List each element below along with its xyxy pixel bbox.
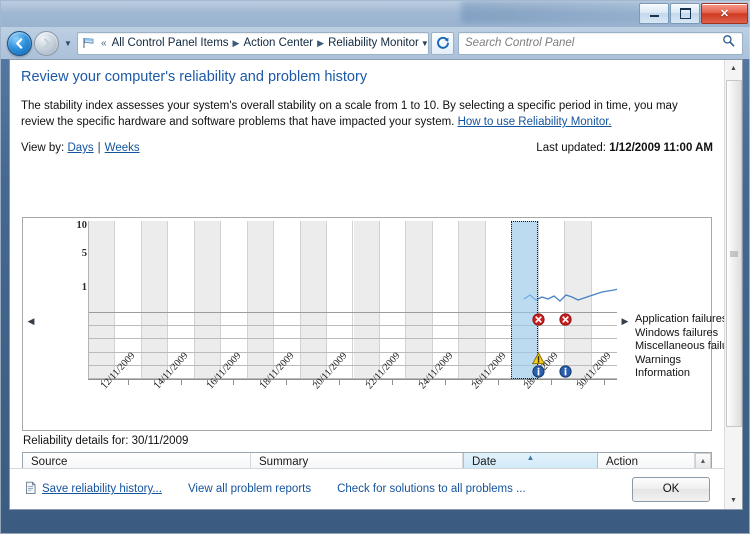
- minimize-icon: [649, 15, 659, 17]
- last-updated: Last updated: 1/12/2009 11:00 AM: [536, 142, 713, 154]
- chart-expand-legend-button[interactable]: ▶: [619, 314, 631, 328]
- sort-ascending-icon: ▲: [526, 453, 535, 462]
- control-panel-flag-icon: [82, 37, 95, 49]
- refresh-button[interactable]: [431, 31, 454, 55]
- close-button[interactable]: ✕: [701, 3, 748, 24]
- view-by-label: View by:: [21, 142, 65, 154]
- address-dropdown-icon[interactable]: ▼: [421, 39, 428, 48]
- error-icon: [532, 313, 545, 326]
- back-button[interactable]: [7, 30, 32, 56]
- reliability-chart: ◀ 10 5 1 12/11/2009 14/11/2009 16/11/200…: [22, 217, 742, 431]
- view-by-separator: |: [97, 142, 101, 154]
- last-updated-label: Last updated:: [536, 142, 610, 154]
- information-icon: [559, 365, 572, 378]
- chart-x-axis-labels: 12/11/2009 14/11/2009 16/11/2009 18/11/2009…: [88, 350, 648, 430]
- save-reliability-history-link[interactable]: Save reliability history...: [24, 481, 162, 498]
- footer-bar: Save reliability history... View all pro…: [10, 468, 726, 509]
- maximize-icon: [679, 8, 691, 19]
- breadcrumb-overflow-chevrons[interactable]: «: [98, 38, 110, 49]
- y-tick-1: 1: [81, 282, 87, 293]
- how-to-use-link[interactable]: How to use Reliability Monitor.: [458, 116, 612, 128]
- intro-paragraph: The stability index assesses your system…: [21, 98, 714, 130]
- warning-icon: [531, 351, 546, 365]
- marker-application-failure-01-12[interactable]: [559, 313, 572, 326]
- marker-warning-30-11[interactable]: [531, 351, 546, 365]
- search-input[interactable]: Search Control Panel: [459, 37, 722, 49]
- search-icon: [722, 34, 735, 52]
- view-by-weeks-link[interactable]: Weeks: [105, 142, 140, 154]
- address-bar[interactable]: « All Control Panel Items ▶ Action Cente…: [77, 31, 429, 55]
- title-bar: ✕: [1, 1, 750, 27]
- scrollbar-grip-icon: [730, 251, 738, 256]
- recent-pages-dropdown[interactable]: ▼: [62, 39, 74, 48]
- check-for-solutions-link[interactable]: Check for solutions to all problems ...: [337, 483, 526, 495]
- table-scroll-up-button[interactable]: ▲: [695, 453, 711, 469]
- maximize-button[interactable]: [670, 3, 700, 24]
- view-all-problem-reports-label: View all problem reports: [187, 483, 312, 495]
- chart-y-axis-labels: 10 5 1: [65, 220, 88, 312]
- last-updated-value: 1/12/2009 11:00 AM: [609, 142, 713, 154]
- window-controls: ✕: [639, 3, 748, 24]
- back-arrow-icon: [16, 37, 23, 49]
- breadcrumb-separator-icon[interactable]: ▶: [231, 38, 242, 49]
- information-icon: [532, 365, 545, 378]
- page-title: Review your computer's reliability and p…: [21, 69, 368, 85]
- reliability-monitor-window: ✕ ▼ « All Control Panel Items ▶ Action C…: [0, 0, 750, 534]
- y-tick-10: 10: [76, 220, 88, 231]
- refresh-icon: [436, 36, 449, 49]
- marker-information-01-12[interactable]: [559, 365, 572, 378]
- error-icon: [559, 313, 572, 326]
- content-scroll-down-button[interactable]: ▼: [725, 492, 742, 509]
- breadcrumb-separator-icon-2[interactable]: ▶: [315, 38, 326, 49]
- minimize-button[interactable]: [639, 3, 669, 24]
- save-document-icon: [24, 481, 38, 498]
- save-reliability-history-label: Save reliability history...: [42, 483, 162, 495]
- chart-plot-area[interactable]: [88, 221, 617, 379]
- ok-button-label: OK: [662, 483, 680, 495]
- content-pane: Review your computer's reliability and p…: [9, 59, 743, 510]
- column-header-date-label: Date: [472, 456, 497, 468]
- check-for-solutions-label: Check for solutions to all problems ...: [337, 483, 526, 495]
- content-scrollbar[interactable]: ▲ ▼: [724, 60, 742, 509]
- breadcrumb-all-control-panel-items[interactable]: All Control Panel Items: [110, 36, 231, 50]
- chart-scroll-left-button[interactable]: ◀: [25, 314, 37, 328]
- breadcrumb-action-center[interactable]: Action Center: [241, 36, 315, 50]
- y-tick-5: 5: [81, 248, 87, 259]
- forward-arrow-icon: [43, 37, 51, 49]
- marker-information-30-11[interactable]: [532, 365, 545, 378]
- marker-application-failure-30-11[interactable]: [532, 313, 545, 326]
- navigation-bar: ▼ « All Control Panel Items ▶ Action Cen…: [1, 27, 750, 59]
- content-inner: Review your computer's reliability and p…: [10, 60, 742, 509]
- reliability-details-label: Reliability details for: 30/11/2009: [23, 435, 189, 447]
- search-control-panel-box[interactable]: Search Control Panel: [458, 31, 743, 55]
- chevron-down-icon: ▼: [64, 38, 72, 48]
- view-all-problem-reports-link[interactable]: View all problem reports: [188, 483, 311, 495]
- forward-button[interactable]: [34, 30, 59, 56]
- view-by-row: View by: Days | Weeks Last updated: 1/12…: [21, 142, 713, 154]
- content-scrollbar-thumb[interactable]: [726, 80, 742, 427]
- breadcrumb-reliability-monitor[interactable]: Reliability Monitor: [326, 36, 421, 50]
- view-by-days-link[interactable]: Days: [67, 142, 93, 154]
- close-icon: ✕: [719, 8, 730, 20]
- content-scroll-up-button[interactable]: ▲: [725, 60, 742, 77]
- ok-button[interactable]: OK: [632, 476, 710, 502]
